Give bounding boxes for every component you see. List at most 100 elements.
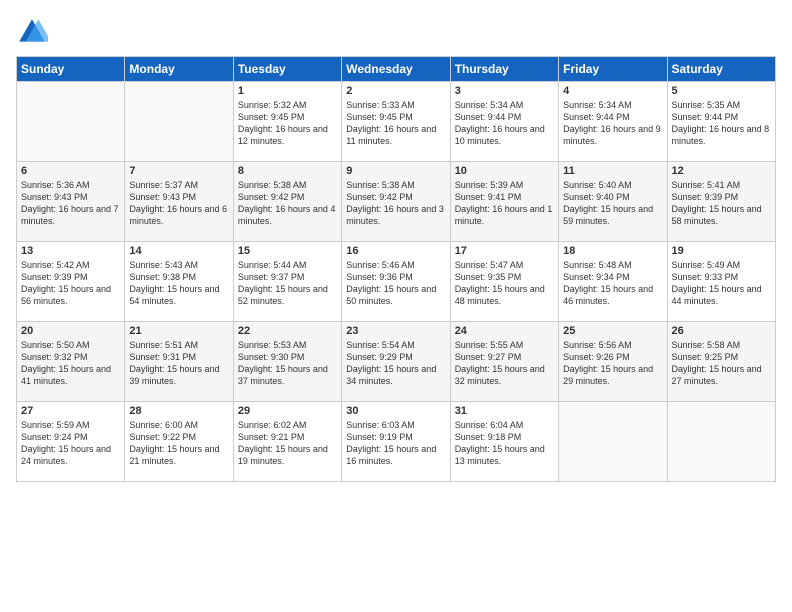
calendar-cell: 28 Sunrise: 6:00 AMSunset: 9:22 PMDayligh… <box>125 402 233 482</box>
calendar-header: SundayMondayTuesdayWednesdayThursdayFrid… <box>17 57 776 82</box>
day-number: 22 <box>238 325 337 337</box>
day-number: 23 <box>346 325 445 337</box>
cell-info: Sunrise: 5:43 AMSunset: 9:38 PMDaylight:… <box>129 259 228 308</box>
cell-info: Sunrise: 6:03 AMSunset: 9:19 PMDaylight:… <box>346 419 445 468</box>
day-number: 29 <box>238 405 337 417</box>
logo <box>16 16 52 48</box>
cell-info: Sunrise: 5:51 AMSunset: 9:31 PMDaylight:… <box>129 339 228 388</box>
calendar-cell: 5 Sunrise: 5:35 AMSunset: 9:44 PMDaylight… <box>667 82 775 162</box>
calendar-cell: 24Sunrise: 5:55 AMSunset: 9:27 PMDayligh… <box>450 322 558 402</box>
cell-info: Sunrise: 6:02 AMSunset: 9:21 PMDaylight:… <box>238 419 337 468</box>
cell-info: Sunrise: 5:41 AMSunset: 9:39 PMDaylight:… <box>672 179 771 228</box>
cell-info: Sunrise: 5:38 AMSunset: 9:42 PMDaylight:… <box>346 179 445 228</box>
day-number: 4 <box>563 85 662 97</box>
day-number: 17 <box>455 245 554 257</box>
header-sunday: Sunday <box>17 57 125 82</box>
week-row-1: 6 Sunrise: 5:36 AMSunset: 9:43 PMDaylight… <box>17 162 776 242</box>
calendar-cell: 22Sunrise: 5:53 AMSunset: 9:30 PMDayligh… <box>233 322 341 402</box>
day-number: 9 <box>346 165 445 177</box>
logo-icon <box>16 16 48 48</box>
day-number: 15 <box>238 245 337 257</box>
cell-info: Sunrise: 5:47 AMSunset: 9:35 PMDaylight:… <box>455 259 554 308</box>
calendar-cell: 21 Sunrise: 5:51 AMSunset: 9:31 PMDayligh… <box>125 322 233 402</box>
day-number: 6 <box>21 165 120 177</box>
cell-info: Sunrise: 5:48 AMSunset: 9:34 PMDaylight:… <box>563 259 662 308</box>
day-number: 1 <box>238 85 337 97</box>
cell-info: Sunrise: 5:49 AMSunset: 9:33 PMDaylight:… <box>672 259 771 308</box>
day-number: 19 <box>672 245 771 257</box>
cell-info: Sunrise: 5:37 AMSunset: 9:43 PMDaylight:… <box>129 179 228 228</box>
calendar-cell: 27Sunrise: 5:59 AMSunset: 9:24 PMDayligh… <box>17 402 125 482</box>
header-wednesday: Wednesday <box>342 57 450 82</box>
day-number: 21 <box>129 325 228 337</box>
calendar-cell: 25 Sunrise: 5:56 AMSunset: 9:26 PMDayligh… <box>559 322 667 402</box>
day-number: 18 <box>563 245 662 257</box>
calendar-cell: 6 Sunrise: 5:36 AMSunset: 9:43 PMDaylight… <box>17 162 125 242</box>
calendar-cell <box>17 82 125 162</box>
cell-info: Sunrise: 5:39 AMSunset: 9:41 PMDaylight:… <box>455 179 554 228</box>
calendar-cell: 4 Sunrise: 5:34 AMSunset: 9:44 PMDaylight… <box>559 82 667 162</box>
cell-info: Sunrise: 5:32 AMSunset: 9:45 PMDaylight:… <box>238 99 337 148</box>
calendar-cell: 17 Sunrise: 5:47 AMSunset: 9:35 PMDayligh… <box>450 242 558 322</box>
day-number: 30 <box>346 405 445 417</box>
calendar-cell: 13 Sunrise: 5:42 AMSunset: 9:39 PMDayligh… <box>17 242 125 322</box>
calendar-cell: 11 Sunrise: 5:40 AMSunset: 9:40 PMDayligh… <box>559 162 667 242</box>
day-number: 5 <box>672 85 771 97</box>
week-row-2: 13 Sunrise: 5:42 AMSunset: 9:39 PMDayligh… <box>17 242 776 322</box>
day-number: 27 <box>21 405 120 417</box>
day-number: 20 <box>21 325 120 337</box>
cell-info: Sunrise: 5:34 AMSunset: 9:44 PMDaylight:… <box>563 99 662 148</box>
cell-info: Sunrise: 5:55 AMSunset: 9:27 PMDaylight:… <box>455 339 554 388</box>
day-number: 13 <box>21 245 120 257</box>
cell-info: Sunrise: 5:42 AMSunset: 9:39 PMDaylight:… <box>21 259 120 308</box>
calendar-cell: 1 Sunrise: 5:32 AMSunset: 9:45 PMDaylight… <box>233 82 341 162</box>
header-row: SundayMondayTuesdayWednesdayThursdayFrid… <box>17 57 776 82</box>
calendar-cell: 3 Sunrise: 5:34 AMSunset: 9:44 PMDaylight… <box>450 82 558 162</box>
calendar-cell: 10 Sunrise: 5:39 AMSunset: 9:41 PMDayligh… <box>450 162 558 242</box>
cell-info: Sunrise: 5:34 AMSunset: 9:44 PMDaylight:… <box>455 99 554 148</box>
page-header <box>16 16 776 48</box>
week-row-3: 20Sunrise: 5:50 AMSunset: 9:32 PMDayligh… <box>17 322 776 402</box>
day-number: 12 <box>672 165 771 177</box>
header-saturday: Saturday <box>667 57 775 82</box>
calendar-cell <box>559 402 667 482</box>
calendar-cell: 29 Sunrise: 6:02 AMSunset: 9:21 PMDayligh… <box>233 402 341 482</box>
day-number: 8 <box>238 165 337 177</box>
day-number: 11 <box>563 165 662 177</box>
day-number: 7 <box>129 165 228 177</box>
calendar-cell: 23Sunrise: 5:54 AMSunset: 9:29 PMDayligh… <box>342 322 450 402</box>
day-number: 2 <box>346 85 445 97</box>
calendar-table: SundayMondayTuesdayWednesdayThursdayFrid… <box>16 56 776 482</box>
cell-info: Sunrise: 5:40 AMSunset: 9:40 PMDaylight:… <box>563 179 662 228</box>
calendar-cell: 18 Sunrise: 5:48 AMSunset: 9:34 PMDayligh… <box>559 242 667 322</box>
cell-info: Sunrise: 5:35 AMSunset: 9:44 PMDaylight:… <box>672 99 771 148</box>
calendar-cell <box>125 82 233 162</box>
day-number: 28 <box>129 405 228 417</box>
day-number: 10 <box>455 165 554 177</box>
calendar-cell: 7 Sunrise: 5:37 AMSunset: 9:43 PMDaylight… <box>125 162 233 242</box>
calendar-cell: 30 Sunrise: 6:03 AMSunset: 9:19 PMDayligh… <box>342 402 450 482</box>
day-number: 26 <box>672 325 771 337</box>
cell-info: Sunrise: 5:38 AMSunset: 9:42 PMDaylight:… <box>238 179 337 228</box>
cell-info: Sunrise: 5:56 AMSunset: 9:26 PMDaylight:… <box>563 339 662 388</box>
cell-info: Sunrise: 5:36 AMSunset: 9:43 PMDaylight:… <box>21 179 120 228</box>
calendar-cell: 20Sunrise: 5:50 AMSunset: 9:32 PMDayligh… <box>17 322 125 402</box>
calendar-cell: 14Sunrise: 5:43 AMSunset: 9:38 PMDayligh… <box>125 242 233 322</box>
calendar-cell: 12 Sunrise: 5:41 AMSunset: 9:39 PMDayligh… <box>667 162 775 242</box>
calendar-cell: 16 Sunrise: 5:46 AMSunset: 9:36 PMDayligh… <box>342 242 450 322</box>
day-number: 25 <box>563 325 662 337</box>
header-thursday: Thursday <box>450 57 558 82</box>
calendar-cell: 2Sunrise: 5:33 AMSunset: 9:45 PMDaylight… <box>342 82 450 162</box>
cell-info: Sunrise: 6:00 AMSunset: 9:22 PMDaylight:… <box>129 419 228 468</box>
day-number: 16 <box>346 245 445 257</box>
header-monday: Monday <box>125 57 233 82</box>
calendar-cell: 9 Sunrise: 5:38 AMSunset: 9:42 PMDaylight… <box>342 162 450 242</box>
calendar-cell: 31Sunrise: 6:04 AMSunset: 9:18 PMDayligh… <box>450 402 558 482</box>
week-row-0: 1 Sunrise: 5:32 AMSunset: 9:45 PMDaylight… <box>17 82 776 162</box>
day-number: 3 <box>455 85 554 97</box>
week-row-4: 27Sunrise: 5:59 AMSunset: 9:24 PMDayligh… <box>17 402 776 482</box>
cell-info: Sunrise: 5:46 AMSunset: 9:36 PMDaylight:… <box>346 259 445 308</box>
calendar-body: 1 Sunrise: 5:32 AMSunset: 9:45 PMDaylight… <box>17 82 776 482</box>
header-tuesday: Tuesday <box>233 57 341 82</box>
cell-info: Sunrise: 6:04 AMSunset: 9:18 PMDaylight:… <box>455 419 554 468</box>
